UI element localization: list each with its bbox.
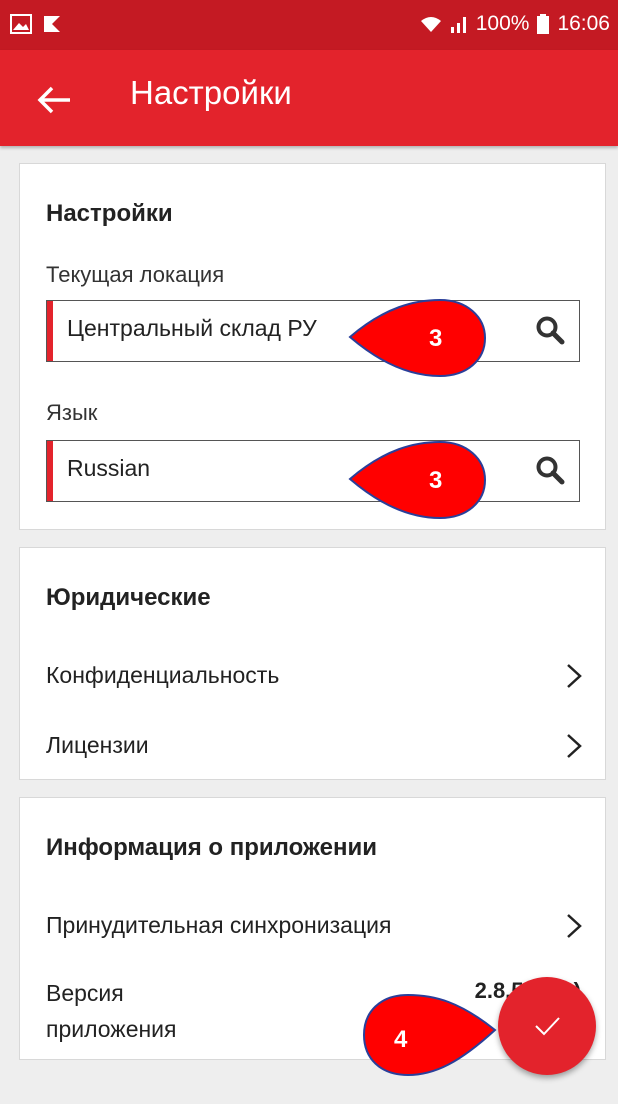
chevron-right-icon — [567, 664, 582, 688]
location-field[interactable]: Центральный склад РУ — [46, 300, 580, 362]
callout-shape — [348, 440, 487, 520]
app-info-heading: Информация о приложении — [46, 834, 377, 861]
privacy-label: Конфиденциальность — [46, 662, 280, 688]
callout-shape — [362, 993, 497, 1077]
location-value: Центральный склад РУ — [67, 315, 317, 341]
chevron-right-icon — [567, 734, 582, 758]
language-label: Язык — [46, 400, 98, 425]
callout-marker: 4 — [360, 990, 500, 1080]
language-value: Russian — [67, 455, 151, 481]
chevron-right-icon — [567, 914, 582, 938]
clock: 16:06 — [557, 12, 610, 35]
language-field[interactable]: Russian — [46, 440, 580, 502]
signal-icon — [450, 17, 466, 33]
legal-card: Юридические Конфиденциальность Лицензии — [19, 547, 606, 780]
required-indicator — [47, 441, 53, 501]
gallery-icon — [10, 14, 32, 34]
notification-icon — [44, 16, 60, 32]
wifi-icon — [420, 17, 441, 32]
confirm-fab-button[interactable] — [498, 977, 596, 1075]
legal-heading: Юридические — [46, 584, 211, 611]
callout-number: 3 — [429, 325, 443, 352]
callout-number: 4 — [394, 1026, 408, 1053]
status-bar: 100% 16:06 — [0, 0, 618, 50]
version-label: Версия приложения — [46, 980, 177, 1042]
privacy-row[interactable]: Конфиденциальность — [20, 648, 605, 704]
licenses-label: Лицензии — [46, 732, 149, 758]
settings-card: Настройки Текущая локация Центральный ск… — [19, 163, 606, 530]
search-icon[interactable] — [535, 315, 565, 345]
search-icon[interactable] — [535, 455, 565, 485]
back-arrow-icon[interactable] — [34, 80, 74, 120]
app-bar: Настройки — [0, 50, 618, 146]
battery-icon — [537, 14, 550, 34]
check-icon — [535, 1017, 560, 1036]
battery-percent: 100% — [475, 12, 530, 35]
licenses-row[interactable]: Лицензии — [20, 718, 605, 774]
callout-number: 3 — [429, 467, 443, 494]
location-label: Текущая локация — [46, 262, 225, 287]
callout-shape — [348, 298, 487, 378]
callout-marker: 3 — [345, 295, 490, 381]
force-sync-row[interactable]: Принудительная синхронизация — [20, 898, 605, 954]
required-indicator — [47, 301, 53, 361]
page-title: Настройки — [130, 74, 292, 111]
force-sync-label: Принудительная синхронизация — [46, 912, 392, 938]
callout-marker: 3 — [345, 437, 490, 523]
settings-heading: Настройки — [46, 200, 173, 227]
